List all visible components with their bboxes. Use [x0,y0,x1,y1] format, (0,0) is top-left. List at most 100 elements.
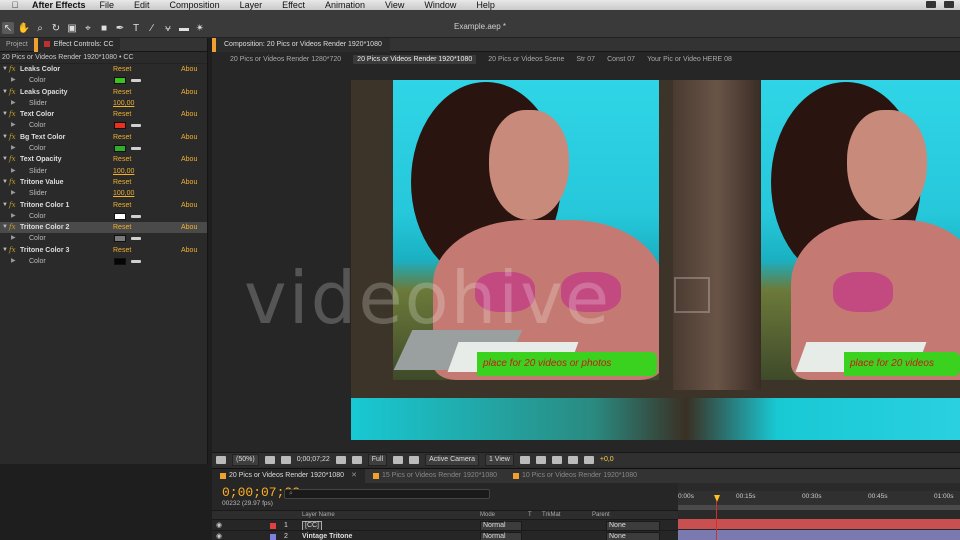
expand-triangle-icon[interactable]: ▶ [11,211,16,222]
flowchart-icon[interactable] [567,455,578,464]
layer-name[interactable]: Vintage Tritone [302,531,352,540]
timeline-graph-area[interactable]: 0:00s 00:15s 00:30s 00:45s 01:00s [678,483,960,540]
safe-margins-icon[interactable] [264,455,275,464]
camera-icon[interactable] [335,455,346,464]
tab-timeline-1920-10[interactable]: 10 Pics or Videos Render 1920*1080 [505,469,645,483]
effect-reset-link[interactable]: Reset [113,245,131,256]
effect-reset-link[interactable]: Reset [113,200,131,211]
effect-row[interactable]: ▼ fx Text Opacity Reset Abou [0,154,207,165]
effect-about-link[interactable]: Abou [181,109,197,120]
fx-toggle-icon[interactable]: fx [9,132,16,143]
parent-dropdown[interactable]: None [606,532,660,540]
time-ruler[interactable]: 0:00s 00:15s 00:30s 00:45s 01:00s [678,491,960,505]
app-menu[interactable]: After Effects [32,0,86,10]
eyedropper-icon[interactable] [131,237,141,241]
region-of-interest-icon[interactable] [393,455,404,464]
expand-triangle-icon[interactable]: ▼ [2,200,8,211]
effect-property-row[interactable]: ▶ Color [0,120,207,131]
menu-view[interactable]: View [385,0,404,10]
status-icon[interactable] [944,1,954,8]
effect-about-link[interactable]: Abou [181,87,197,98]
expand-triangle-icon[interactable]: ▼ [2,154,8,165]
expand-triangle-icon[interactable]: ▶ [11,143,16,154]
layer-duration-bar[interactable] [678,530,960,540]
layer-row[interactable]: ◉ 1 [CC] Normal None [212,519,678,531]
expand-triangle-icon[interactable]: ▶ [11,188,16,199]
expand-triangle-icon[interactable]: ▼ [2,109,8,120]
tab-effect-controls[interactable]: Effect Controls: CC [33,37,120,52]
effect-property-row[interactable]: ▶ Color [0,211,207,222]
tab-project[interactable]: Project [0,38,34,52]
channel-icon[interactable] [351,455,362,464]
effect-reset-link[interactable]: Reset [113,87,131,98]
layer-label-color[interactable] [270,534,276,540]
layer-duration-bar[interactable] [678,519,960,529]
breadcrumb-item-active[interactable]: 20 Pics or Videos Render 1920*1080 [353,54,477,64]
effect-row[interactable]: ▼ fx Tritone Color 3 Reset Abou [0,245,207,256]
breadcrumb-item[interactable]: Your Pic or Video HERE 08 [647,56,732,63]
effect-about-link[interactable]: Abou [181,200,197,211]
effect-about-link[interactable]: Abou [181,222,197,233]
effect-reset-link[interactable]: Reset [113,109,131,120]
expand-triangle-icon[interactable]: ▼ [2,245,8,256]
3d-view-dropdown[interactable]: Active Camera [425,453,479,466]
effect-reset-link[interactable]: Reset [113,64,131,75]
effect-reset-link[interactable]: Reset [113,177,131,188]
status-icon[interactable] [926,1,936,8]
menu-edit[interactable]: Edit [134,0,150,10]
effect-row[interactable]: ▼ fx Bg Text Color Reset Abou [0,132,207,143]
effect-row[interactable]: ▼ fx Tritone Color 2 Reset Abou [0,222,207,234]
fx-toggle-icon[interactable]: fx [9,245,16,256]
eyedropper-icon[interactable] [131,214,141,218]
expand-triangle-icon[interactable]: ▶ [11,75,16,86]
composition-viewer[interactable]: place for 20 videos or photos place for … [212,66,960,452]
eyedropper-icon[interactable] [131,260,141,264]
color-swatch[interactable] [114,77,126,85]
expand-triangle-icon[interactable]: ▼ [2,87,8,98]
breadcrumb-item[interactable]: Const 07 [607,56,635,63]
effect-property-row[interactable]: ▶ Slider 100,00 [0,188,207,199]
effect-row[interactable]: ▼ fx Tritone Value Reset Abou [0,177,207,188]
effect-row[interactable]: ▼ fx Leaks Opacity Reset Abou [0,87,207,98]
visibility-eye-icon[interactable]: ◉ [216,531,222,540]
fx-toggle-icon[interactable]: fx [9,200,16,211]
column-layer-name[interactable]: Layer Name [302,512,335,518]
lock-icon[interactable] [43,40,50,47]
menu-window[interactable]: Window [424,0,456,10]
column-parent[interactable]: Parent [592,512,610,518]
current-time-display[interactable]: 0;00;07;22 [297,456,330,463]
slider-value[interactable]: 100,00 [113,166,134,177]
tab-timeline-1920-20[interactable]: 20 Pics or Videos Render 1920*1080 ✕ [212,469,365,483]
effect-reset-link[interactable]: Reset [113,154,131,165]
effect-property-row[interactable]: ▶ Color [0,256,207,267]
tab-timeline-1920-15[interactable]: 15 Pics or Videos Render 1920*1080 [365,469,505,483]
expand-triangle-icon[interactable]: ▶ [11,166,16,177]
exposure-value[interactable]: +0,0 [600,456,614,463]
effect-about-link[interactable]: Abou [181,177,197,188]
view-layout-dropdown[interactable]: 1 View [484,453,514,466]
color-swatch[interactable] [114,145,126,153]
effect-reset-link[interactable]: Reset [113,222,131,233]
expand-triangle-icon[interactable]: ▶ [11,256,16,267]
effect-property-row[interactable]: ▶ Color [0,143,207,154]
timeline-icon[interactable] [551,455,562,464]
breadcrumb-item[interactable]: 20 Pics or Videos Scene [488,56,564,63]
menu-effect[interactable]: Effect [282,0,305,10]
expand-triangle-icon[interactable]: ▶ [11,233,16,244]
effect-reset-link[interactable]: Reset [113,132,131,143]
expand-triangle-icon[interactable]: ▼ [2,132,8,143]
color-swatch[interactable] [114,258,126,266]
effect-row[interactable]: ▼ fx Tritone Color 1 Reset Abou [0,200,207,211]
slider-value[interactable]: 100,00 [113,98,134,109]
menu-layer[interactable]: Layer [240,0,263,10]
snapshot-icon[interactable] [280,455,291,464]
menu-help[interactable]: Help [476,0,495,10]
effect-row[interactable]: ▼ fx Leaks Color Reset Abou [0,64,207,75]
menu-composition[interactable]: Composition [170,0,220,10]
fx-toggle-icon[interactable]: fx [9,109,16,120]
resolution-dropdown[interactable]: Full [367,453,388,466]
effect-property-row[interactable]: ▶ Slider 100,00 [0,166,207,177]
color-swatch[interactable] [114,212,126,220]
tab-composition[interactable]: Composition: 20 Pics or Videos Render 19… [212,37,390,52]
apple-icon[interactable]:  [8,0,22,10]
